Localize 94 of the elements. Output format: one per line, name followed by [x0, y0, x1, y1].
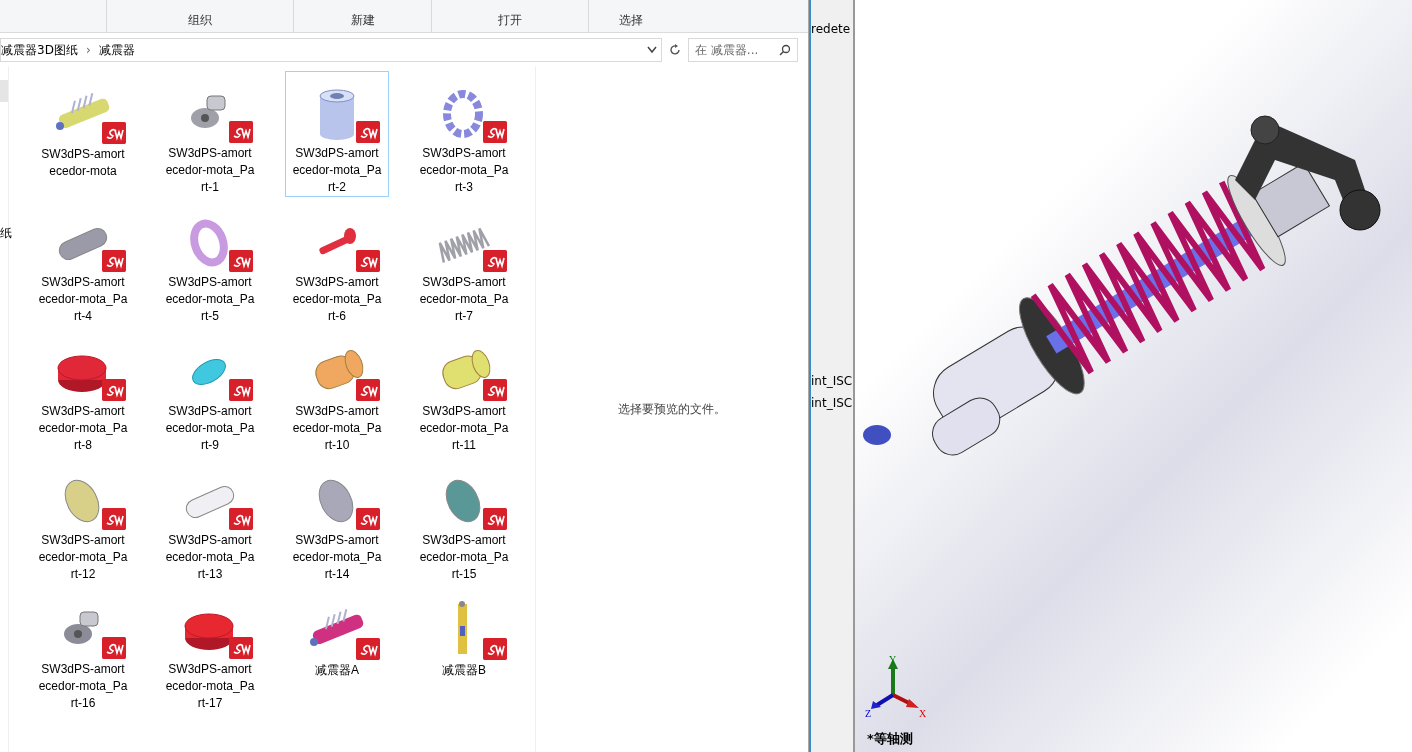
search-icon: [779, 44, 791, 56]
solidworks-file-icon: [229, 637, 253, 659]
file-name: SW3dPS-amortecedor-mota_Part-16: [38, 661, 128, 712]
solidworks-file-icon: [102, 250, 126, 272]
file-name: SW3dPS-amortecedor-mota_Part-13: [165, 532, 255, 583]
file-item[interactable]: 减震器A: [285, 587, 389, 713]
solidworks-file-icon: [356, 638, 380, 660]
file-name: SW3dPS-amortecedor-mota_Part-4: [38, 274, 128, 325]
solidworks-file-icon: [102, 122, 126, 144]
ribbon-group-label: 组织: [106, 0, 293, 32]
file-item[interactable]: SW3dPS-amortecedor-mota_Part-6: [285, 200, 389, 326]
tube-icon: [319, 89, 355, 140]
solidworks-file-icon: [356, 379, 380, 401]
file-name: SW3dPS-amortecedor-mota_Part-11: [419, 403, 509, 454]
file-name: SW3dPS-amortecedor-mota_Part-12: [38, 532, 128, 583]
file-item[interactable]: SW3dPS-amortecedor-mota_Part-10: [285, 329, 389, 455]
solidworks-file-icon: [483, 250, 507, 272]
file-name: SW3dPS-amortecedor-mota_Part-10: [292, 403, 382, 454]
file-name: SW3dPS-amortecedor-mota_Part-2: [292, 145, 382, 196]
file-item[interactable]: 减震器B: [412, 587, 516, 713]
solidworks-file-icon: [483, 379, 507, 401]
file-item[interactable]: SW3dPS-amortecedor-mota_Part-7: [412, 200, 516, 326]
file-name: SW3dPS-amortecedor-mota_Part-1: [165, 145, 255, 196]
solidworks-file-icon: [102, 508, 126, 530]
search-field[interactable]: 在 减震器...: [688, 38, 798, 62]
file-name: SW3dPS-amortecedor-mota_Part-15: [419, 532, 509, 583]
nav-item-label[interactable]: 纸: [0, 225, 12, 242]
file-item[interactable]: SW3dPS-amortecedor-mota_Part-5: [158, 200, 262, 326]
ribbon-group-label: 打开: [431, 0, 588, 32]
disc-icon: [318, 479, 354, 523]
tree-item-label[interactable]: int_ISC: [811, 396, 853, 410]
file-name: 减震器A: [314, 662, 360, 679]
solidworks-file-icon: [102, 379, 126, 401]
file-name: 减震器B: [441, 662, 487, 679]
file-name: SW3dPS-amortecedor-mota_Part-14: [292, 532, 382, 583]
file-item[interactable]: SW3dPS-amortecedor-mota_Part-16: [31, 587, 135, 713]
puck-icon: [57, 355, 107, 392]
file-name: SW3dPS-amortecedor-mota_Part-3: [419, 145, 509, 196]
file-item[interactable]: SW3dPS-amortecedor-mota_Part-15: [412, 458, 516, 584]
address-bar[interactable]: 减震器3D图纸 › 减震器: [0, 38, 662, 62]
ribbon-group-label: 选择: [588, 0, 673, 32]
ring-icon: [443, 90, 483, 138]
file-name: SW3dPS-amortecedor-mota_Part-7: [419, 274, 509, 325]
solidworks-file-icon: [229, 121, 253, 143]
file-item[interactable]: SW3dPS-amortecedor-mota_Part-8: [31, 329, 135, 455]
puck-icon: [184, 613, 234, 650]
axis-label: Z: [865, 708, 872, 719]
view-orientation-label: *等轴测: [867, 730, 913, 748]
file-name: SW3dPS-amortecedor-mota: [40, 146, 126, 180]
file-item[interactable]: SW3dPS-amortecedor-mota_Part-4: [31, 200, 135, 326]
solidworks-file-icon: [356, 250, 380, 272]
file-item[interactable]: SW3dPS-amortecedor-mota_Part-13: [158, 458, 262, 584]
file-item[interactable]: SW3dPS-amortecedor-mota_Part-14: [285, 458, 389, 584]
ribbon-group-label: 新建: [293, 0, 431, 32]
preview-message: 选择要预览的文件。: [618, 401, 726, 418]
file-item[interactable]: SW3dPS-amortecedor-mota_Part-3: [412, 71, 516, 197]
solidworks-file-icon: [229, 508, 253, 530]
pin-icon: [318, 228, 356, 256]
refresh-icon[interactable]: [668, 43, 682, 57]
spring-icon: [438, 227, 491, 263]
file-name: SW3dPS-amortecedor-mota_Part-9: [165, 403, 255, 454]
axis-label: Y: [889, 655, 897, 665]
lens-icon: [192, 359, 226, 385]
tree-item-label[interactable]: int_ISC: [811, 374, 853, 388]
washer-icon: [190, 219, 228, 267]
chevron-down-icon[interactable]: [647, 46, 657, 54]
file-name: SW3dPS-amortecedor-mota_Part-6: [292, 274, 382, 325]
bracket-icon: [191, 95, 226, 128]
file-item[interactable]: SW3dPS-amortecedor-mota_Part-1: [158, 71, 262, 197]
solidworks-file-icon: [229, 379, 253, 401]
file-item[interactable]: SW3dPS-amortecedor-mota_Part-12: [31, 458, 135, 584]
disc-icon: [445, 479, 481, 523]
file-item[interactable]: SW3dPS-amortecedor-mota_Part-2: [285, 71, 389, 197]
file-item[interactable]: SW3dPS-amortecedor-mota_Part-9: [158, 329, 262, 455]
file-name: SW3dPS-amortecedor-mota_Part-5: [165, 274, 255, 325]
disc-icon: [64, 479, 100, 523]
tree-item-label[interactable]: redete: [811, 22, 851, 36]
axis-label: X: [919, 708, 927, 719]
solidworks-file-icon: [356, 508, 380, 530]
file-name: SW3dPS-amortecedor-mota_Part-8: [38, 403, 128, 454]
file-item[interactable]: SW3dPS-amortecedor-mota_Part-11: [412, 329, 516, 455]
breadcrumb[interactable]: 减震器: [98, 41, 135, 59]
solidworks-file-icon: [102, 637, 126, 659]
breadcrumb[interactable]: 减震器3D图纸: [1, 41, 78, 59]
file-item[interactable]: SW3dPS-amortecedor-mota: [31, 71, 135, 197]
solidworks-file-icon: [356, 121, 380, 143]
file-name: SW3dPS-amortecedor-mota_Part-17: [165, 661, 255, 712]
bracket-icon: [64, 611, 99, 644]
breadcrumb-separator: ›: [85, 43, 91, 57]
file-item[interactable]: SW3dPS-amortecedor-mota_Part-17: [158, 587, 262, 713]
solidworks-file-icon: [229, 250, 253, 272]
solidworks-file-icon: [483, 508, 507, 530]
solidworks-file-icon: [483, 638, 507, 660]
solidworks-file-icon: [483, 121, 507, 143]
